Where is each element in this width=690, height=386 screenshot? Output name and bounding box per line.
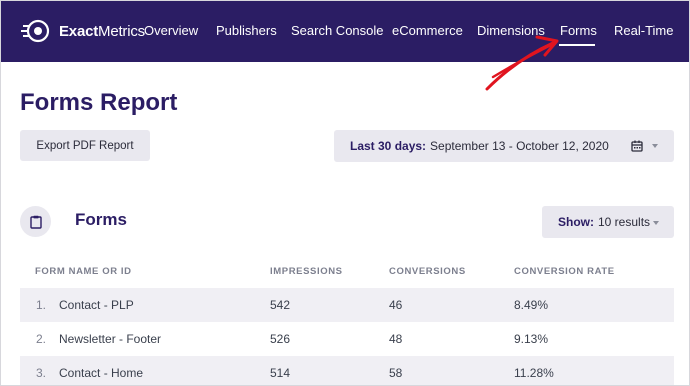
- nav-item-overview[interactable]: Overview: [144, 23, 198, 38]
- calendar-icon: [631, 140, 643, 152]
- top-nav-bar: ExactMetrics Overview Publishers Search …: [1, 1, 689, 62]
- date-range-prefix: Last 30 days:: [350, 139, 427, 153]
- nav-item-real-time[interactable]: Real-Time: [614, 23, 673, 38]
- brand-logo[interactable]: ExactMetrics: [21, 15, 145, 47]
- nav-item-search-console[interactable]: Search Console: [291, 23, 384, 38]
- section-title: Forms: [75, 210, 127, 229]
- form-name: Newsletter - Footer: [59, 332, 162, 346]
- column-header-impressions: IMPRESSIONS: [270, 266, 343, 277]
- table-row: 3. Contact - Home 514 58 11.28%: [20, 356, 674, 385]
- results-per-page-select[interactable]: Show: 10 results: [542, 206, 674, 238]
- conversions-value: 48: [389, 332, 403, 346]
- column-header-conversions: CONVERSIONS: [389, 266, 466, 277]
- row-index: 1.: [36, 298, 47, 312]
- form-name: Contact - Home: [59, 366, 144, 380]
- brand-name: ExactMetrics: [59, 22, 145, 40]
- column-header-conversion-rate: CONVERSION RATE: [514, 266, 615, 277]
- page-title: Forms Report: [20, 89, 178, 116]
- row-index: 2.: [36, 332, 47, 346]
- conversions-value: 46: [389, 298, 403, 312]
- table-row: 2. Newsletter - Footer 526 48 9.13%: [20, 322, 674, 356]
- impressions-value: 514: [270, 366, 291, 380]
- nav-item-ecommerce[interactable]: eCommerce: [392, 23, 463, 38]
- conversion-rate-value: 8.49%: [514, 298, 549, 312]
- impressions-value: 542: [270, 298, 291, 312]
- conversions-value: 58: [389, 366, 403, 380]
- export-pdf-button[interactable]: Export PDF Report: [20, 130, 150, 161]
- chevron-down-icon: [652, 144, 658, 148]
- column-header-form-name: FORM NAME OR ID: [35, 266, 132, 277]
- app-frame: ExactMetrics Overview Publishers Search …: [0, 0, 690, 386]
- show-value: 10 results: [598, 215, 651, 229]
- impressions-value: 526: [270, 332, 291, 346]
- table-row: 1. Contact - PLP 542 46 8.49%: [20, 288, 674, 322]
- form-name: Contact - PLP: [59, 298, 134, 312]
- date-range-picker[interactable]: Last 30 days: September 13 - October 12,…: [334, 130, 674, 162]
- clipboard-icon: [29, 215, 42, 229]
- forms-section-icon: [20, 206, 51, 237]
- row-index: 3.: [36, 366, 47, 380]
- date-range-value: September 13 - October 12, 2020: [430, 139, 609, 153]
- nav-item-dimensions[interactable]: Dimensions: [477, 23, 545, 38]
- conversion-rate-value: 11.28%: [514, 366, 554, 380]
- exactmetrics-logo-icon: [21, 19, 50, 43]
- nav-item-publishers[interactable]: Publishers: [216, 23, 277, 38]
- chevron-down-icon: [653, 221, 659, 225]
- show-label: Show:: [558, 215, 594, 229]
- nav-item-forms[interactable]: Forms: [560, 23, 597, 38]
- conversion-rate-value: 9.13%: [514, 332, 549, 346]
- active-tab-underline: [559, 44, 595, 46]
